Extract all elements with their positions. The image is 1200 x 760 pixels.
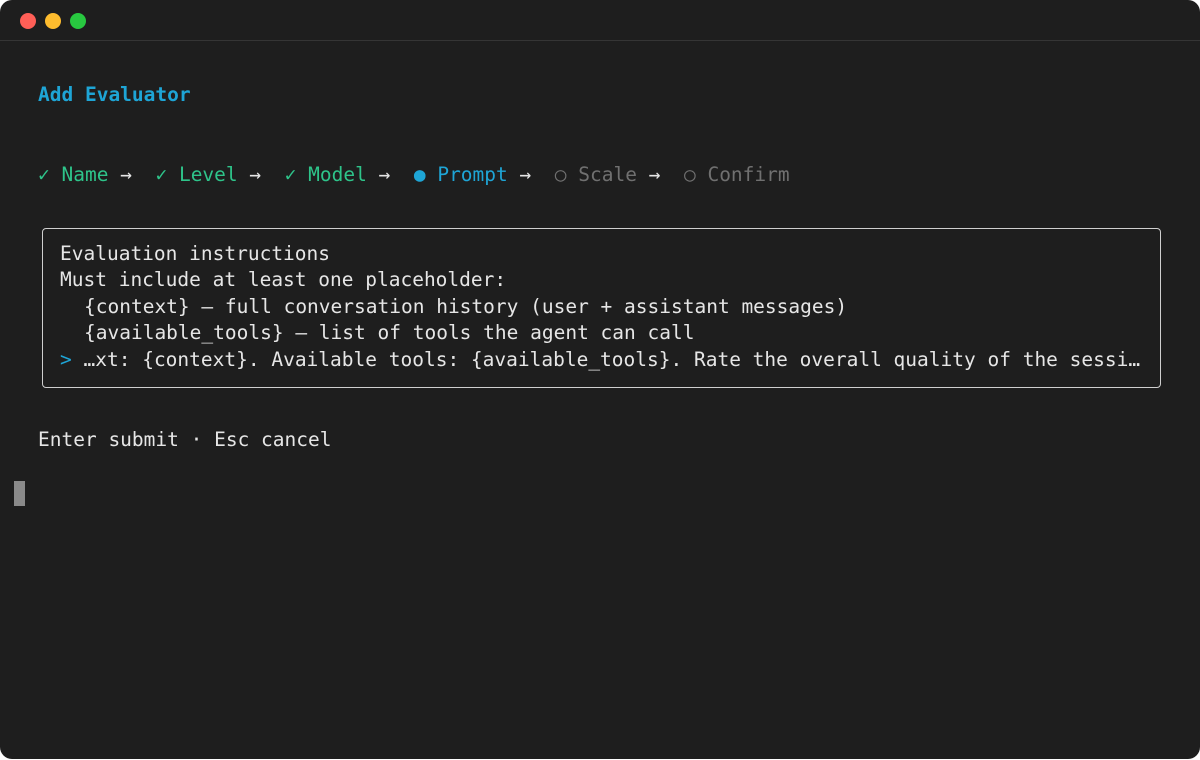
prompt-input-value[interactable]: …xt: {context}. Available tools: {availa… [84, 348, 1141, 371]
zoom-window-button[interactable] [70, 13, 86, 29]
empty-circle-icon: ○ [554, 163, 567, 186]
step-level: ✓ Level [155, 163, 238, 186]
step-prompt: ● Prompt [413, 163, 508, 186]
close-window-button[interactable] [20, 13, 36, 29]
arrow-right-icon: → [378, 163, 391, 186]
keyboard-help: Enter submit · Esc cancel [38, 428, 332, 451]
prompt-input-line[interactable]: > …xt: {context}. Available tools: {avai… [60, 348, 1140, 372]
terminal-cursor [14, 481, 25, 506]
arrow-right-icon: → [648, 163, 661, 186]
step-scale: ○ Scale [554, 163, 637, 186]
check-icon: ✓ [284, 163, 297, 186]
arrow-right-icon: → [120, 163, 132, 186]
placeholder-available-tools: {available_tools} — list of tools the ag… [84, 321, 695, 344]
filled-dot-icon: ● [413, 163, 426, 186]
step-confirm: ○ Confirm [683, 163, 790, 186]
step-name: ✓ Name [38, 163, 109, 186]
step-model: ✓ Model [284, 163, 367, 186]
placeholder-hint: Must include at least one placeholder: [60, 268, 507, 291]
check-icon: ✓ [38, 163, 50, 186]
arrow-right-icon: → [519, 163, 532, 186]
empty-circle-icon: ○ [683, 163, 696, 186]
check-icon: ✓ [155, 163, 168, 186]
arrow-right-icon: → [249, 163, 262, 186]
prompt-heading: Evaluation instructions [60, 242, 331, 265]
page-title: Add Evaluator [38, 83, 191, 106]
placeholder-context: {context} — full conversation history (u… [84, 295, 848, 318]
prompt-chevron-icon: > [60, 348, 72, 371]
wizard-steps: ✓ Name → ✓ Level → ✓ Model → ● Prompt → … [38, 163, 790, 187]
minimize-window-button[interactable] [45, 13, 61, 29]
title-bar [0, 0, 1200, 41]
terminal-window: Add Evaluator ✓ Name → ✓ Level → ✓ Model… [0, 0, 1200, 759]
